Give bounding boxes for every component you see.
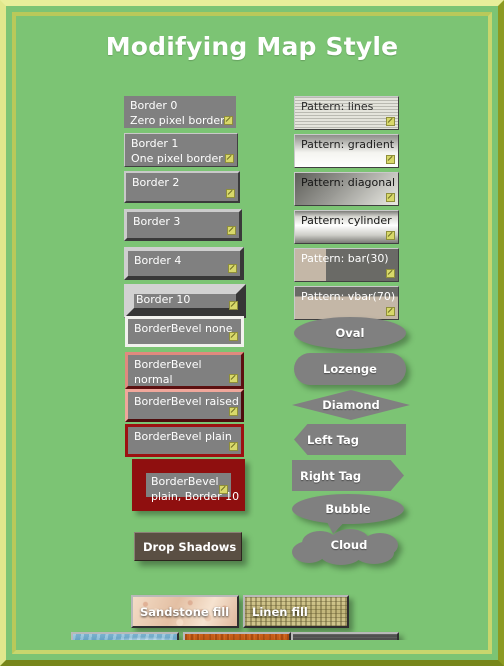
node-borderbevel-plain[interactable]: BorderBevel plain [125,424,244,457]
node-label: Lozenge [323,362,377,376]
node-pattern-lines[interactable]: Pattern: lines [294,96,399,130]
node-label: Pattern: lines [301,100,374,113]
node-borderbevel-none[interactable]: BorderBevel none [125,316,244,347]
node-label: BorderBevel [134,358,202,371]
node-pattern-diagonal[interactable]: Pattern: diagonal [294,172,399,206]
node-fill-wood[interactable]: Wood fill [183,632,291,640]
node-shape-right-tag[interactable]: Right Tag [292,460,404,491]
node-border-4[interactable]: Border 4 [124,247,244,280]
node-border-10[interactable]: Border 10 [124,284,246,318]
node-shape-diamond[interactable]: Diamond [292,390,410,420]
node-label: Oval [335,326,365,340]
node-shape-left-tag[interactable]: Left Tag [294,424,406,455]
resize-grip-icon[interactable] [386,155,395,164]
node-label: Border 10 [136,293,191,306]
node-label: Pattern: diagonal [301,176,396,189]
node-shape-cloud[interactable]: Cloud [292,529,406,565]
node-pattern-cylinder[interactable]: Pattern: cylinder [294,210,399,244]
node-borderbevel-raised[interactable]: BorderBevel raised [125,389,244,422]
node-shape-lozenge[interactable]: Lozenge [294,353,406,385]
cloud-body [306,539,390,557]
node-border-0[interactable]: Border 0 Zero pixel border [124,96,236,128]
window-frame-inner-bevel: Modifying Map Style Border 0 Zero pixel … [12,12,492,654]
node-label: Border 3 [133,215,181,228]
node-label: BorderBevel none [134,322,233,335]
node-fill-sandstone[interactable]: Sandstone fill [131,595,239,628]
node-label: Pattern: vbar(70) [301,290,396,303]
resize-grip-icon[interactable] [386,193,395,202]
node-border-3[interactable]: Border 3 [124,209,242,241]
resize-grip-icon[interactable] [225,154,234,163]
resize-grip-icon[interactable] [386,231,395,240]
node-label: BorderBevel raised [134,395,239,408]
resize-grip-icon[interactable] [229,442,238,451]
node-label: Pattern: cylinder [301,214,392,227]
resize-grip-icon[interactable] [227,226,236,235]
map-canvas[interactable]: Modifying Map Style Border 0 Zero pixel … [26,26,478,640]
node-fill-water[interactable]: Water fill [71,632,179,640]
node-borderbevel-plain-border10[interactable]: BorderBevel plain, Border 10 [132,459,245,511]
resize-grip-icon[interactable] [228,264,237,273]
resize-grip-icon[interactable] [229,407,238,416]
resize-grip-icon[interactable] [229,374,238,383]
node-shape-bubble[interactable]: Bubble [292,494,404,534]
node-border-1[interactable]: Border 1 One pixel border i [124,133,238,167]
resize-grip-icon[interactable] [224,116,233,125]
node-drop-shadows[interactable]: Drop Shadows [134,532,242,561]
node-borderbevel-normal[interactable]: BorderBevel normal [125,352,244,389]
node-label: Pattern: bar(30) [301,252,389,265]
node-label: Border 2 [132,176,180,189]
resize-grip-icon[interactable] [229,332,238,341]
bubble-body [292,494,404,524]
node-sublabel: normal [134,373,173,386]
node-shape-oval[interactable]: Oval [294,317,406,349]
resize-grip-icon[interactable] [386,307,395,316]
resize-grip-icon[interactable] [219,485,228,494]
node-label: Sandstone fill [140,604,230,619]
page-title: Modifying Map Style [105,32,399,61]
node-label: BorderBevel [151,475,219,488]
node-pattern-bar-30[interactable]: Pattern: bar(30) [294,248,399,282]
node-label: Diamond [322,398,380,412]
node-fill-steel[interactable]: Steel fill [291,632,399,640]
node-label: Right Tag [300,468,362,483]
node-label: Pattern: gradient [301,138,395,151]
node-pattern-gradient[interactable]: Pattern: gradient [294,134,399,168]
resize-grip-icon[interactable] [386,269,395,278]
resize-grip-icon[interactable] [386,117,395,126]
node-label: Linen fill [252,604,308,619]
window-frame: Modifying Map Style Border 0 Zero pixel … [0,0,504,666]
node-sublabel: One pixel border i [131,152,226,165]
node-label: Border 0 [130,99,178,112]
node-label: Left Tag [307,432,359,447]
node-label: Border 1 [131,137,179,150]
node-label: BorderBevel plain [134,430,232,443]
node-pattern-vbar-70[interactable]: Pattern: vbar(70) [294,286,399,320]
node-label: Drop Shadows [143,539,237,554]
node-sublabel: Zero pixel border [130,114,224,127]
node-fill-linen[interactable]: Linen fill [243,595,349,628]
resize-grip-icon[interactable] [226,189,235,198]
resize-grip-icon[interactable] [229,301,238,310]
node-label: Border 4 [134,254,182,267]
node-border-2[interactable]: Border 2 [124,171,240,203]
